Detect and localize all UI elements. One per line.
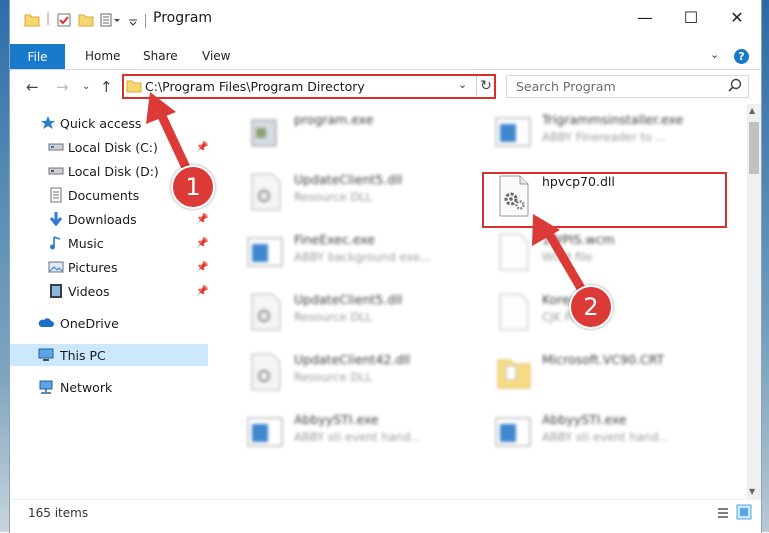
callout-badge-1: 1 xyxy=(171,165,215,209)
annotation-arrows xyxy=(146,92,587,295)
callout-badge-2: 2 xyxy=(569,285,613,329)
